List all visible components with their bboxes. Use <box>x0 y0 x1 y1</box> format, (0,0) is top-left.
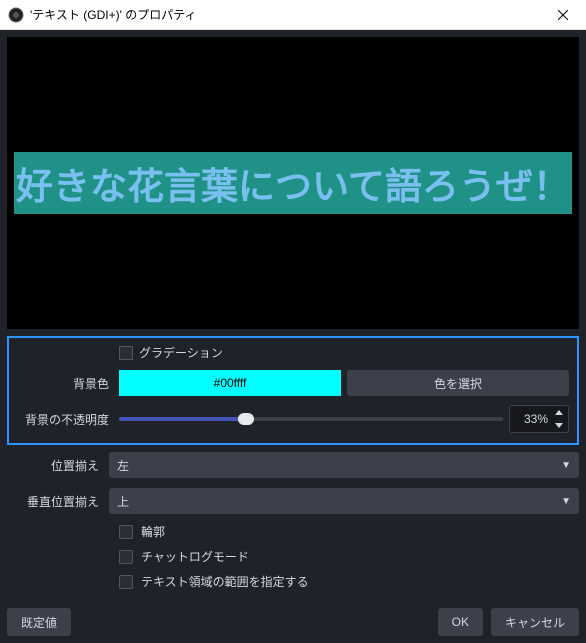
dialog-footer: 既定値 OK キャンセル <box>7 600 579 636</box>
defaults-button[interactable]: 既定値 <box>7 608 71 636</box>
valign-dropdown[interactable]: 上 ▼ <box>109 488 579 514</box>
preview-text: 好きな花言葉について語ろうぜ！ <box>14 152 572 214</box>
app-icon <box>8 7 24 23</box>
align-dropdown[interactable]: 左 ▼ <box>109 452 579 478</box>
chatlog-row: チャットログモード <box>119 548 579 565</box>
valign-value: 上 <box>117 493 129 510</box>
window-title: 'テキスト (GDI+)' のプロパティ <box>30 6 540 23</box>
bg-opacity-value: 33% <box>510 412 550 426</box>
gradation-label: グラデーション <box>139 344 223 361</box>
bg-color-swatch[interactable]: #00ffff <box>119 370 341 396</box>
outline-checkbox[interactable] <box>119 525 133 539</box>
settings-panel: グラデーション 背景色 #00ffff 色を選択 背景の不透明度 <box>0 336 586 643</box>
bg-opacity-up[interactable] <box>550 406 568 419</box>
valign-label: 垂直位置揃え <box>7 493 109 510</box>
gradation-checkbox-row: グラデーション <box>119 344 569 361</box>
chatlog-checkbox[interactable] <box>119 550 133 564</box>
app-body: 好きな花言葉について語ろうぜ！ グラデーション 背景色 #00ffff 色を選択… <box>0 30 586 643</box>
bg-opacity-down[interactable] <box>550 419 568 432</box>
bg-opacity-row: 背景の不透明度 33% <box>17 405 569 433</box>
ok-button[interactable]: OK <box>438 608 483 636</box>
titlebar: 'テキスト (GDI+)' のプロパティ <box>0 0 586 30</box>
outline-label: 輪郭 <box>141 523 165 540</box>
valign-row: 垂直位置揃え 上 ▼ <box>7 487 579 515</box>
chevron-down-icon: ▼ <box>561 460 571 471</box>
bg-opacity-slider[interactable] <box>119 411 503 427</box>
close-button[interactable] <box>540 0 586 30</box>
highlighted-region: グラデーション 背景色 #00ffff 色を選択 背景の不透明度 <box>7 336 579 445</box>
cancel-button[interactable]: キャンセル <box>491 608 579 636</box>
align-label: 位置揃え <box>7 457 109 474</box>
preview-area: 好きな花言葉について語ろうぜ！ <box>7 37 579 329</box>
align-row: 位置揃え 左 ▼ <box>7 451 579 479</box>
extent-row: テキスト領域の範囲を指定する <box>119 573 579 590</box>
gradation-checkbox[interactable] <box>119 346 133 360</box>
bg-color-select-button[interactable]: 色を選択 <box>347 370 569 396</box>
extent-checkbox[interactable] <box>119 575 133 589</box>
bg-opacity-spinner[interactable]: 33% <box>509 405 569 433</box>
extent-label: テキスト領域の範囲を指定する <box>141 573 309 590</box>
align-value: 左 <box>117 457 129 474</box>
bg-opacity-label: 背景の不透明度 <box>17 411 119 428</box>
bg-color-row: 背景色 #00ffff 色を選択 <box>17 369 569 397</box>
chatlog-label: チャットログモード <box>141 548 249 565</box>
outline-row: 輪郭 <box>119 523 579 540</box>
chevron-down-icon: ▼ <box>561 496 571 507</box>
bg-color-label: 背景色 <box>17 375 119 392</box>
